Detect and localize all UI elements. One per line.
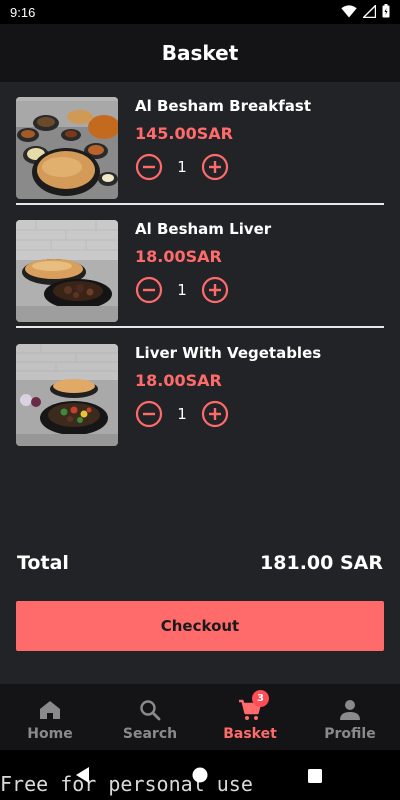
nav-label: Search (122, 726, 178, 742)
nav-item-home[interactable]: Home (0, 684, 100, 750)
quantity-value: 1 (177, 281, 187, 299)
quantity-value: 1 (177, 158, 187, 176)
basket-item: Liver With Vegetables 18.00SAR 1 (16, 344, 384, 448)
nav-item-basket[interactable]: 3 Basket (200, 684, 300, 750)
basket-screen: 9:16 Basket Al Besham Breakfast 145.00SA… (0, 0, 400, 800)
total-label: Total (17, 552, 69, 574)
minus-circle-icon (135, 400, 163, 428)
nav-label: Basket (223, 726, 277, 742)
increase-quantity-button[interactable] (201, 400, 229, 428)
item-name: Al Besham Breakfast (135, 97, 312, 115)
quantity-value: 1 (177, 405, 187, 423)
total-row: Total 181.00 SAR (17, 552, 383, 574)
item-price: 145.00SAR (135, 124, 233, 143)
signal-icon (361, 3, 377, 22)
home-circle-icon[interactable] (192, 767, 208, 787)
cart-count-badge: 3 (252, 690, 269, 707)
minus-circle-icon (135, 276, 163, 304)
total-value: 181.00 SAR (260, 552, 383, 574)
bottom-nav: Home Search 3 Basket Profile (0, 684, 400, 750)
plus-circle-icon (201, 153, 229, 181)
checkout-button[interactable]: Checkout (16, 601, 384, 651)
increase-quantity-button[interactable] (201, 153, 229, 181)
person-icon (339, 698, 361, 722)
basket-item: Al Besham Liver 18.00SAR 1 (16, 220, 384, 324)
back-triangle-icon[interactable] (76, 767, 90, 787)
nav-label: Profile (324, 726, 376, 742)
decrease-quantity-button[interactable] (135, 400, 163, 428)
divider (16, 326, 384, 328)
quantity-stepper: 1 (135, 400, 229, 428)
decrease-quantity-button[interactable] (135, 153, 163, 181)
wifi-icon (341, 3, 357, 22)
plus-circle-icon (201, 400, 229, 428)
status-bar: 9:16 (0, 0, 400, 24)
status-icons (341, 3, 390, 22)
system-nav-bar (0, 750, 400, 800)
decrease-quantity-button[interactable] (135, 276, 163, 304)
nav-item-search[interactable]: Search (100, 684, 200, 750)
nav-label: Home (27, 726, 73, 742)
item-price: 18.00SAR (135, 247, 222, 266)
page-title: Basket (161, 41, 239, 65)
quantity-stepper: 1 (135, 276, 229, 304)
nav-item-profile[interactable]: Profile (300, 684, 400, 750)
quantity-stepper: 1 (135, 153, 229, 181)
app-header: Basket (0, 24, 400, 82)
increase-quantity-button[interactable] (201, 276, 229, 304)
item-name: Al Besham Liver (135, 220, 272, 238)
home-icon (39, 698, 61, 722)
battery-icon (382, 3, 390, 22)
search-icon (139, 698, 161, 722)
basket-item: Al Besham Breakfast 145.00SAR 1 (16, 97, 384, 201)
recents-square-icon[interactable] (308, 768, 322, 787)
item-price: 18.00SAR (135, 371, 222, 390)
minus-circle-icon (135, 153, 163, 181)
divider (16, 203, 384, 205)
cart-icon: 3 (238, 690, 269, 722)
food-image (16, 344, 118, 446)
status-time: 9:16 (10, 4, 36, 20)
food-image (16, 220, 118, 322)
item-name: Liver With Vegetables (135, 344, 322, 362)
plus-circle-icon (201, 276, 229, 304)
food-image (16, 97, 118, 199)
